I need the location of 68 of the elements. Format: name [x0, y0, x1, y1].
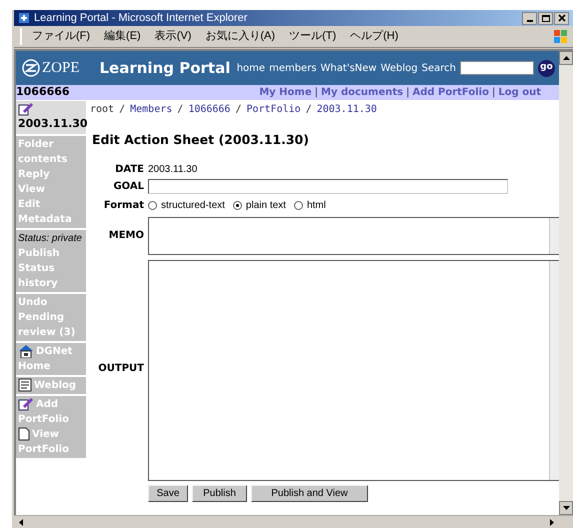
close-button[interactable]: [554, 12, 569, 24]
breadcrumb-separator: /: [118, 103, 126, 117]
breadcrumb-link[interactable]: Members: [130, 102, 172, 117]
nav-link[interactable]: members: [269, 60, 317, 76]
minimize-button[interactable]: [522, 12, 537, 24]
nav-link[interactable]: What'sNew: [320, 60, 377, 76]
go-button[interactable]: go: [538, 60, 555, 76]
date-value: 2003.11.30: [148, 162, 198, 177]
user-link[interactable]: My Home: [259, 85, 312, 100]
radio-button[interactable]: [232, 201, 242, 210]
right-arrow-icon: [550, 518, 554, 526]
memo-textarea[interactable]: [148, 216, 559, 255]
zope-logo: ZOPE: [22, 56, 80, 80]
menu-item[interactable]: ヘルプ(H): [350, 28, 398, 45]
house-icon: [18, 344, 34, 358]
user-link[interactable]: My documents: [321, 85, 404, 100]
menu-item[interactable]: 表示(V): [154, 28, 192, 45]
form-button[interactable]: Publish and View: [251, 484, 368, 502]
left-arrow-icon: [19, 518, 23, 526]
menu-item[interactable]: ファイル(F): [32, 28, 90, 45]
nav-link[interactable]: Weblog: [380, 60, 418, 76]
radio-label: plain text: [246, 199, 286, 214]
breadcrumb-link[interactable]: PortFolio: [246, 102, 301, 117]
radio-button[interactable]: [294, 201, 303, 210]
search-field[interactable]: [460, 61, 534, 75]
windows-logo-icon: [552, 28, 570, 44]
menu-item[interactable]: お気に入り(A): [205, 28, 276, 45]
format-label: Format: [102, 199, 144, 214]
nav-link[interactable]: Search: [422, 60, 456, 76]
breadcrumb-separator: /: [176, 103, 184, 117]
pencil-icon: [18, 102, 34, 116]
goal-label: GOAL: [112, 180, 144, 194]
menu-item[interactable]: ツール(T): [289, 28, 336, 45]
breadcrumb-separator: /: [234, 103, 242, 117]
user-id: 1066666: [16, 84, 70, 100]
radio-button[interactable]: [148, 201, 157, 210]
breadcrumb-separator: /: [304, 103, 313, 117]
link-separator: |: [314, 86, 320, 100]
up-arrow-icon: [562, 56, 570, 60]
radio-label: html: [306, 199, 326, 214]
link-separator: |: [490, 86, 496, 100]
close-icon: [558, 14, 566, 22]
pencil-icon: [18, 396, 34, 411]
down-arrow-icon: [562, 506, 570, 510]
date-label: DATE: [114, 163, 144, 178]
page-title: Edit Action Sheet (2003.11.30): [92, 131, 310, 149]
menu-item[interactable]: 編集(E): [104, 28, 141, 45]
user-link[interactable]: Add PortFolio: [412, 85, 489, 100]
status-text: Status: private: [18, 232, 83, 246]
goal-input[interactable]: [148, 179, 508, 194]
link-separator: |: [405, 86, 410, 100]
memo-label: MEMO: [108, 229, 144, 244]
form-button[interactable]: Save: [148, 484, 188, 502]
browser-icon: [18, 12, 30, 24]
breadcrumb-link[interactable]: 2003.11.30: [316, 102, 377, 117]
horizontal-scrollbar[interactable]: [14, 515, 573, 528]
user-link[interactable]: Log out: [498, 85, 541, 100]
radio-label: structured-text: [161, 199, 225, 214]
form-button[interactable]: Publish: [192, 484, 247, 502]
breadcrumb-link[interactable]: root: [90, 102, 114, 117]
output-label: OUTPUT: [97, 362, 144, 376]
nav-link[interactable]: home: [236, 60, 266, 76]
maximize-button[interactable]: [538, 12, 553, 24]
window-title: Learning Portal - Microsoft Internet Explorer: [34, 10, 248, 26]
page-icon: [18, 426, 30, 441]
breadcrumb-link[interactable]: 1066666: [188, 102, 230, 117]
site-title: Learning Portal: [100, 58, 230, 79]
vertical-scrollbar[interactable]: [559, 51, 573, 515]
